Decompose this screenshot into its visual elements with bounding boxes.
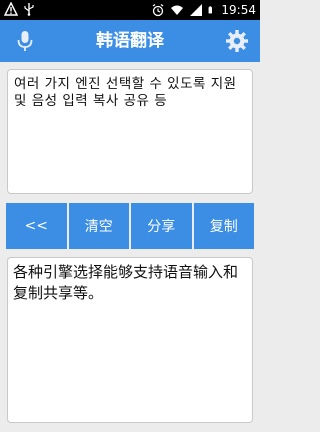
status-bar: 19:54 [0, 0, 260, 20]
app-bar: 韩语翻译 [0, 20, 260, 62]
wifi-icon [171, 5, 184, 15]
back-button[interactable]: << [6, 203, 67, 249]
warning-icon [4, 2, 18, 16]
signal-icon [190, 4, 203, 16]
alarm-icon [153, 3, 164, 17]
gear-icon[interactable] [224, 28, 250, 54]
battery-icon [208, 6, 213, 14]
translation-text: 各种引擎选择能够支持语音输入和复制共享等。 [13, 263, 239, 302]
app-title: 韩语翻译 [96, 31, 164, 51]
clock: 19:54 [221, 3, 256, 17]
source-text-input[interactable]: 여러 가지 엔진 선택할 수 있도록 지원 및 음성 입력 복사 공유 등 [7, 69, 253, 194]
clear-button[interactable]: 清空 [68, 203, 129, 249]
action-button-row: << 清空 分享 复制 [6, 203, 254, 249]
copy-button[interactable]: 复制 [193, 203, 254, 249]
share-button[interactable]: 分享 [131, 203, 192, 249]
translation-output[interactable]: 各种引擎选择能够支持语音输入和复制共享等。 [7, 257, 253, 423]
source-text: 여러 가지 엔진 선택할 수 있도록 지원 및 음성 입력 복사 공유 등 [14, 76, 237, 109]
usb-icon [24, 3, 34, 16]
